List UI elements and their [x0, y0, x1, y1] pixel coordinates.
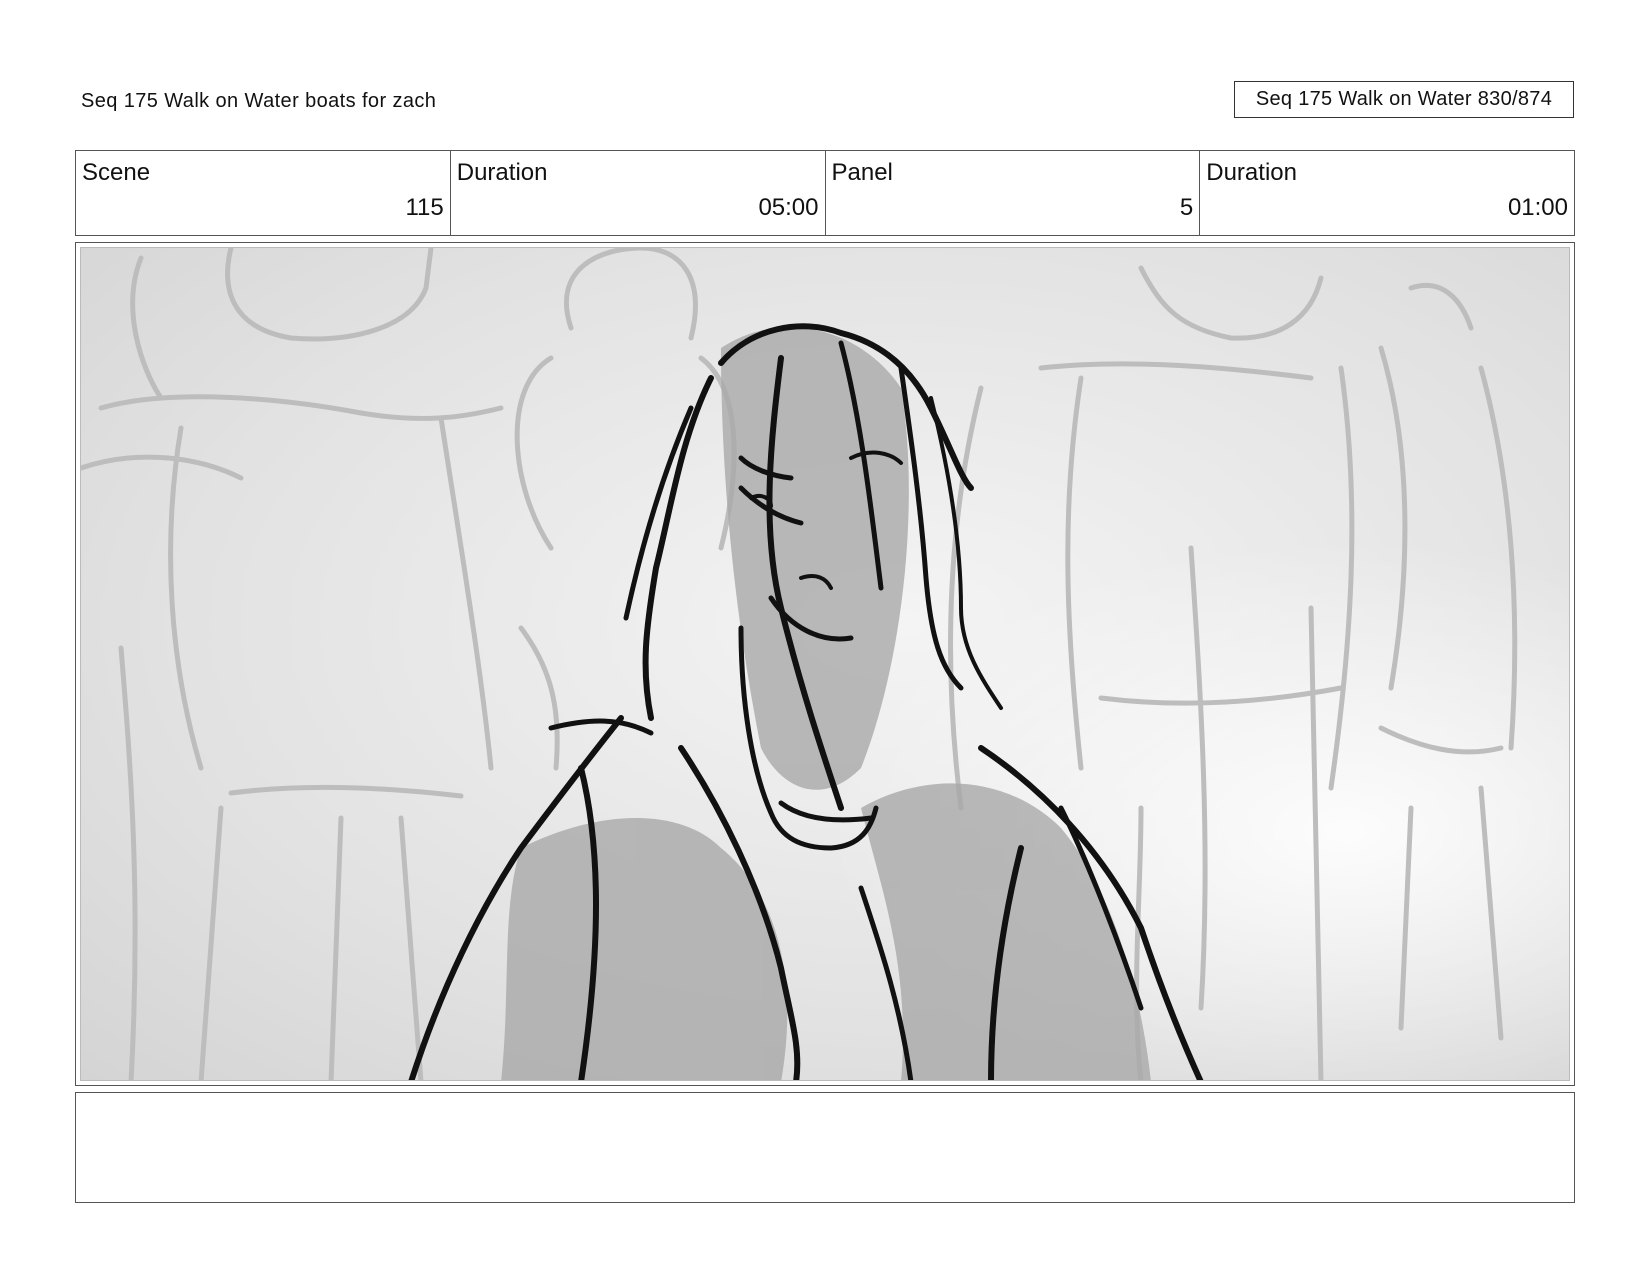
storyboard-panel-frame	[75, 242, 1575, 1086]
panel-value: 5	[1179, 194, 1194, 221]
panel-notes-box	[75, 1092, 1575, 1203]
panel-cell: Panel 5	[826, 151, 1201, 235]
panel-duration-value: 01:00	[1507, 194, 1568, 221]
sequence-title: Seq 175 Walk on Water boats for zach	[81, 90, 437, 112]
scene-duration-cell: Duration 05:00	[451, 151, 826, 235]
scene-label: Scene	[82, 159, 151, 186]
shot-info-table: Scene 115 Duration 05:00 Panel 5 Duratio…	[75, 150, 1575, 236]
storyboard-sketch-image	[80, 247, 1570, 1081]
scene-duration-label: Duration	[456, 159, 548, 186]
panel-duration-label: Duration	[1206, 159, 1297, 186]
sketch-drawing	[81, 248, 1569, 1080]
scene-duration-value: 05:00	[758, 194, 819, 221]
panel-label: Panel	[831, 159, 893, 186]
scene-cell: Scene 115	[76, 151, 451, 235]
page-label: Seq 175 Walk on Water 830/874	[1234, 81, 1574, 118]
scene-value: 115	[405, 194, 444, 221]
panel-duration-cell: Duration 01:00	[1200, 151, 1574, 235]
